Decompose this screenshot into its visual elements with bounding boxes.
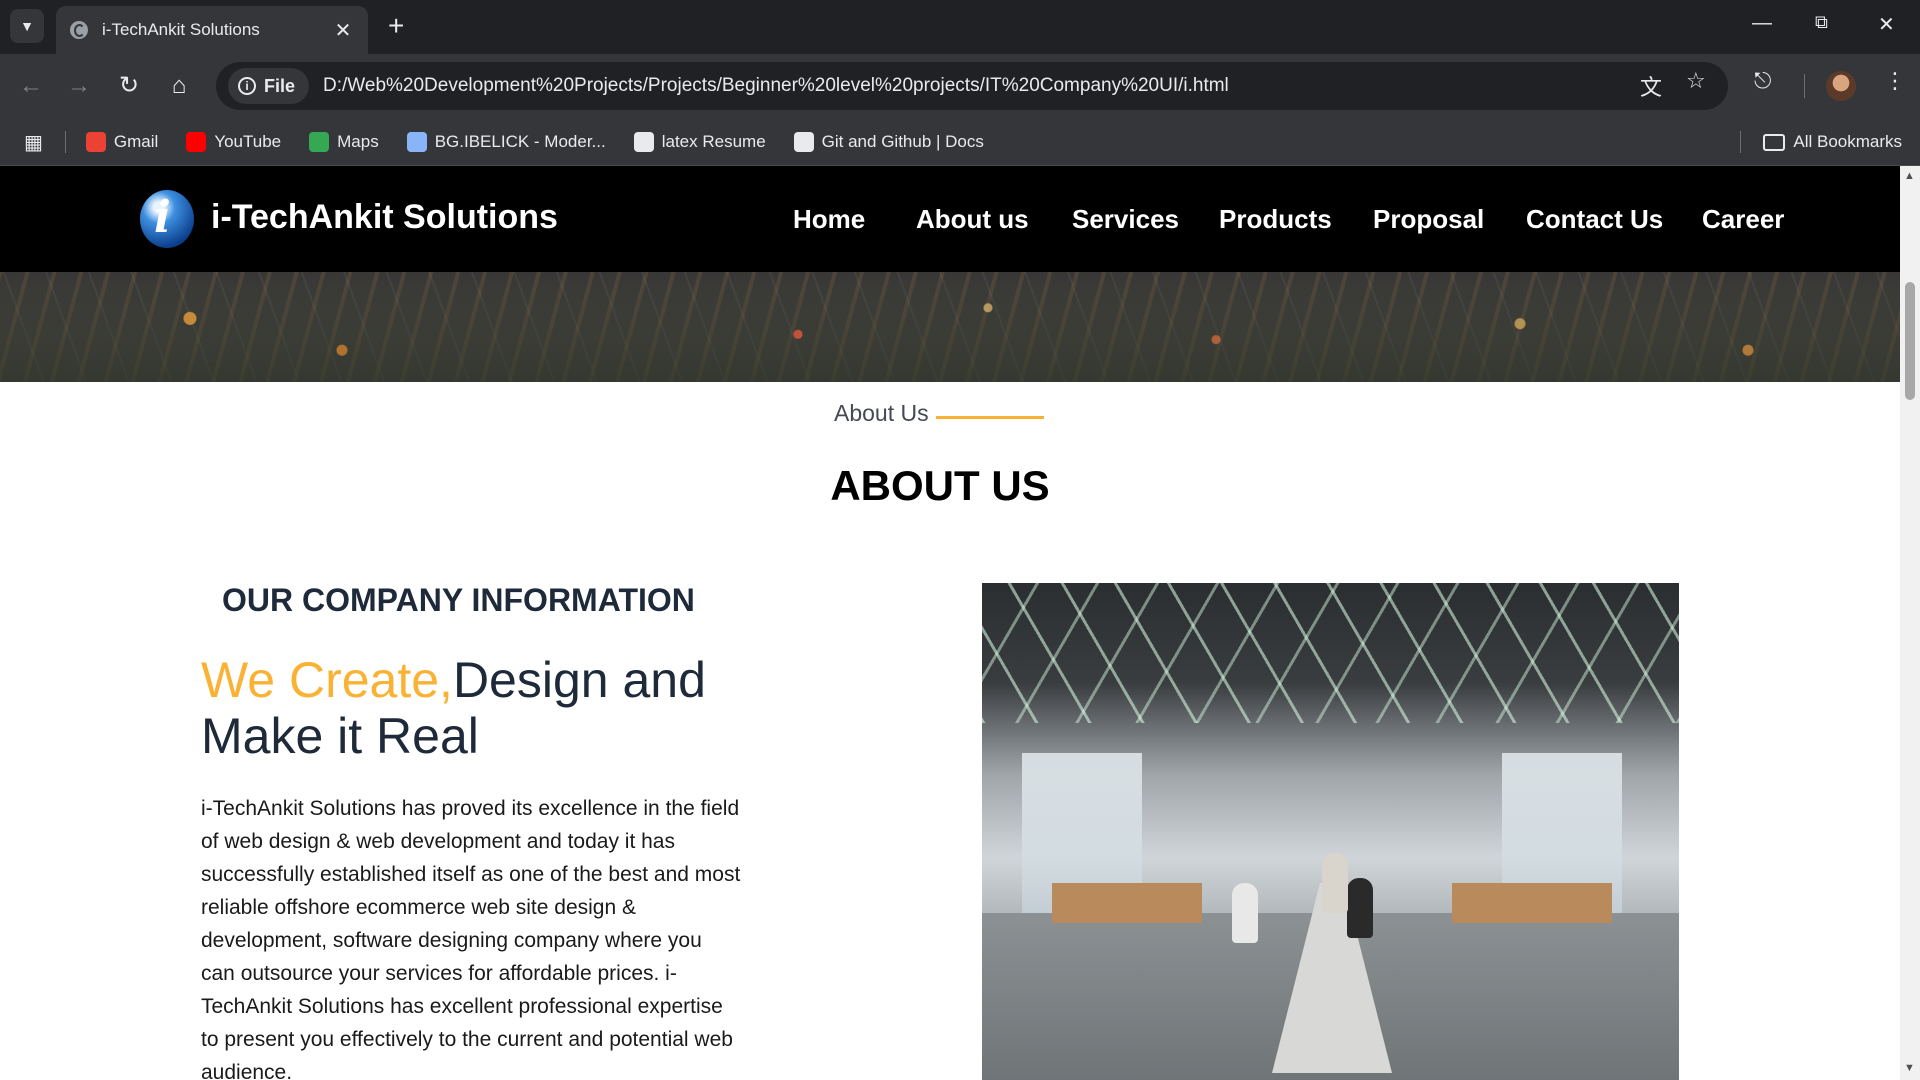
address-bar[interactable]: i File D:/Web%20Development%20Projects/P… bbox=[216, 62, 1728, 110]
person-decoration bbox=[1232, 883, 1258, 943]
bookmark-item[interactable]: Git and Github | Docs bbox=[793, 132, 984, 152]
eyebrow-underline bbox=[936, 416, 1044, 419]
bookmark-favicon-icon bbox=[793, 132, 814, 152]
bookmark-favicon-icon bbox=[85, 132, 106, 152]
chevron-down-icon: ▼ bbox=[20, 18, 34, 34]
globe-icon bbox=[70, 21, 88, 39]
company-info-heading: OUR COMPANY INFORMATION bbox=[222, 582, 695, 618]
nav-link-products[interactable]: Products bbox=[1219, 204, 1332, 235]
bookmark-label: Git and Github | Docs bbox=[821, 132, 984, 151]
bookmark-label: BG.IBELICK - Moder... bbox=[434, 132, 606, 151]
bookmark-favicon-icon bbox=[406, 132, 427, 152]
close-icon[interactable]: ✕ bbox=[332, 18, 354, 43]
tagline: We Create,Design and Make it Real bbox=[201, 652, 761, 764]
nav-link-home[interactable]: Home bbox=[793, 204, 865, 235]
bookmark-favicon-icon bbox=[186, 132, 207, 152]
ceiling-lights-decoration bbox=[982, 583, 1679, 723]
new-tab-button[interactable]: + bbox=[388, 11, 404, 41]
bookmarks-bar: ▦ Gmail YouTube Maps BG.IBELICK - Moder... l… bbox=[0, 119, 1920, 166]
nav-link-proposal[interactable]: Proposal bbox=[1373, 204, 1484, 235]
back-icon[interactable]: ← bbox=[16, 72, 46, 100]
bookmark-item[interactable]: latex Resume bbox=[633, 132, 766, 152]
star-icon[interactable]: ☆ bbox=[1686, 68, 1706, 94]
info-icon: i bbox=[238, 77, 256, 95]
all-bookmarks-button[interactable]: All Bookmarks bbox=[1763, 132, 1902, 152]
menu-dots-icon[interactable]: ⋮ bbox=[1884, 68, 1906, 94]
bookmark-label: YouTube bbox=[214, 132, 282, 151]
minimize-icon[interactable]: — bbox=[1752, 12, 1772, 35]
folder-icon bbox=[1763, 133, 1786, 151]
page-scrollbar[interactable]: ▲ ▼ bbox=[1900, 166, 1920, 1080]
person-decoration bbox=[1347, 878, 1373, 938]
office-photo bbox=[982, 583, 1679, 1080]
bookmark-label: latex Resume bbox=[661, 132, 766, 151]
person-decoration bbox=[1322, 853, 1348, 913]
url-text[interactable]: D:/Web%20Development%20Projects/Projects… bbox=[323, 75, 1229, 97]
bookmarks-divider bbox=[1740, 131, 1742, 153]
forward-icon[interactable]: → bbox=[64, 72, 94, 100]
nav-link-career[interactable]: Career bbox=[1702, 204, 1784, 235]
tagline-accent: We Create, bbox=[201, 652, 453, 708]
desk-decoration bbox=[1052, 883, 1202, 923]
bookmark-item[interactable]: YouTube bbox=[186, 132, 281, 152]
bookmark-favicon-icon bbox=[309, 132, 330, 152]
nav-link-about[interactable]: About us bbox=[916, 204, 1029, 235]
browser-tab-strip: ▼ i-TechAnkit Solutions ✕ + — ⧉ ✕ bbox=[0, 0, 1920, 54]
desk-decoration bbox=[1452, 883, 1612, 923]
bookmark-item[interactable]: Maps bbox=[309, 132, 379, 152]
section-eyebrow: About Us bbox=[834, 400, 929, 426]
section-title: ABOUT US bbox=[830, 462, 1050, 509]
apps-grid-icon[interactable]: ▦ bbox=[24, 130, 43, 155]
reload-icon[interactable]: ↻ bbox=[114, 72, 144, 100]
translate-icon[interactable]: 文 bbox=[1640, 70, 1662, 102]
scroll-thumb[interactable] bbox=[1905, 282, 1915, 400]
site-navbar: i i-TechAnkit Solutions Home About us Se… bbox=[0, 166, 1900, 272]
bookmark-favicon-icon bbox=[633, 132, 654, 152]
bookmark-label: Maps bbox=[337, 132, 379, 151]
city-lights-decoration bbox=[0, 276, 1900, 382]
site-info-chip[interactable]: i File bbox=[228, 68, 310, 104]
scroll-down-icon[interactable]: ▼ bbox=[1904, 1062, 1915, 1074]
extensions-icon[interactable]: ⎋ bbox=[1754, 68, 1771, 94]
bookmark-item[interactable]: BG.IBELICK - Moder... bbox=[406, 132, 606, 152]
web-page: i i-TechAnkit Solutions Home About us Se… bbox=[0, 166, 1900, 1080]
avatar[interactable] bbox=[1826, 71, 1856, 101]
home-icon[interactable]: ⌂ bbox=[164, 72, 194, 100]
site-nav-links: Home About us Services Products Proposal… bbox=[0, 204, 1900, 244]
company-description: i-TechAnkit Solutions has proved its exc… bbox=[201, 797, 741, 1080]
window-close-icon[interactable]: ✕ bbox=[1878, 12, 1895, 37]
scroll-up-icon[interactable]: ▲ bbox=[1904, 170, 1915, 182]
nav-link-contact[interactable]: Contact Us bbox=[1526, 204, 1663, 235]
site-info-label: File bbox=[264, 75, 296, 96]
restore-icon[interactable]: ⧉ bbox=[1815, 12, 1828, 33]
tab-search-button[interactable]: ▼ bbox=[10, 9, 44, 43]
tab-title: i-TechAnkit Solutions bbox=[102, 20, 260, 39]
bookmark-item[interactable]: Gmail bbox=[85, 132, 159, 152]
all-bookmarks-label: All Bookmarks bbox=[1793, 132, 1902, 151]
browser-tab[interactable]: i-TechAnkit Solutions ✕ bbox=[56, 6, 368, 54]
bookmark-label: Gmail bbox=[113, 132, 159, 151]
nav-link-services[interactable]: Services bbox=[1072, 204, 1179, 235]
bookmark-list: Gmail YouTube Maps BG.IBELICK - Moder... lat… bbox=[85, 132, 1012, 152]
browser-toolbar: ← → ↻ ⌂ i File D:/Web%20Development%20Pr… bbox=[0, 54, 1920, 119]
toolbar-divider bbox=[1804, 74, 1805, 98]
bookmarks-divider bbox=[64, 131, 66, 153]
